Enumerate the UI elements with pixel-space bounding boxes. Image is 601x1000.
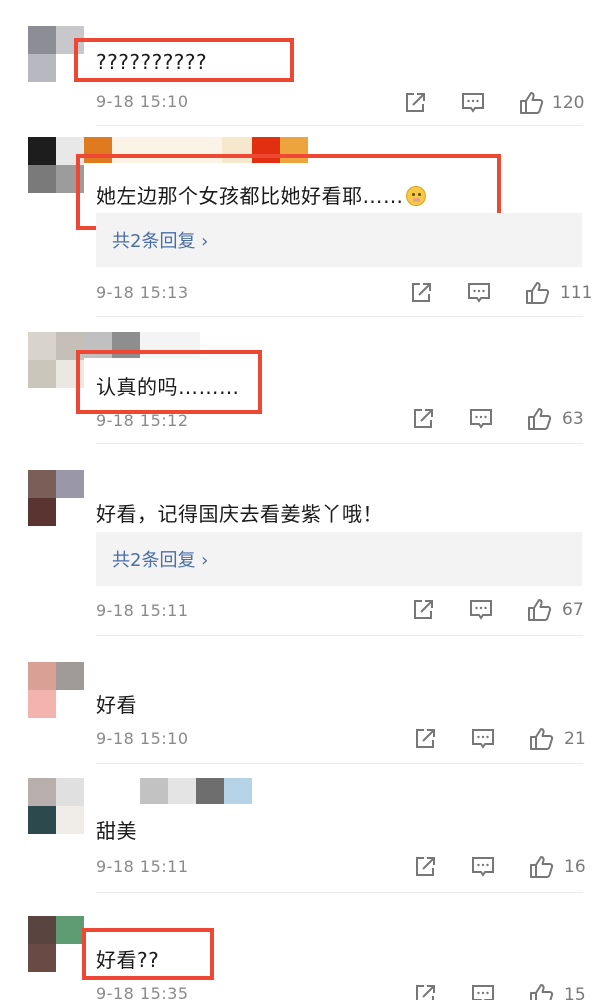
like-count: 15 [564,985,586,1000]
share-icon[interactable] [412,854,438,880]
comment-actions: 111 [408,280,598,308]
comment-time: 9-18 15:13 [96,283,189,302]
highlight-box [76,350,262,414]
comment-actions: 63 [410,406,600,434]
view-replies-link[interactable]: 共2条回复 › [112,227,208,253]
thumbs-up-icon[interactable] [528,854,554,880]
reply-summary[interactable]: 共2条回复 › [96,213,582,267]
comment-actions: 21 [412,726,601,754]
divider [96,635,583,636]
like-count: 111 [560,283,593,303]
view-replies-link[interactable]: 共2条回复 › [112,546,208,572]
thumbs-up-icon[interactable] [526,597,552,623]
comment-time: 9-18 15:11 [96,601,189,620]
avatar[interactable] [28,778,84,834]
comment-time: 9-18 15:35 [96,984,189,1000]
comment-text: 好看，记得国庆去看姜紫丫哦！ [96,502,383,526]
comment-icon[interactable] [470,854,496,880]
comment-time: 9-18 15:10 [96,729,189,748]
share-icon[interactable] [402,90,428,116]
comment-time: 9-18 15:10 [96,92,189,111]
divider [96,763,583,764]
like-count: 16 [564,857,586,877]
thumbs-up-icon[interactable] [518,90,544,116]
comment-actions: 16 [412,854,601,882]
share-icon[interactable] [412,726,438,752]
highlight-box [82,928,214,980]
divider [96,892,583,893]
comment-icon[interactable] [470,726,496,752]
like-count: 21 [564,729,586,749]
share-icon[interactable] [412,982,438,1000]
comment-actions: 120 [402,90,592,118]
comment-icon[interactable] [460,90,486,116]
divider [96,125,583,126]
comment-actions: 67 [410,597,600,625]
comment-time: 9-18 15:12 [96,411,189,430]
username[interactable] [84,778,252,804]
divider [96,443,583,444]
comment-icon[interactable] [466,280,492,306]
divider [96,316,583,317]
avatar[interactable] [28,916,84,972]
highlight-box [74,38,294,82]
comment-icon[interactable] [468,597,494,623]
share-icon[interactable] [410,406,436,432]
comment-text: 好看 [96,693,137,717]
comment-text: 甜美 [96,819,137,843]
avatar[interactable] [28,662,84,718]
comment-actions: 15 [412,982,601,1000]
comment-icon[interactable] [468,406,494,432]
thumbs-up-icon[interactable] [526,406,552,432]
like-count: 63 [562,409,584,429]
like-count: 120 [552,93,585,113]
like-count: 67 [562,600,584,620]
thumbs-up-icon[interactable] [524,280,550,306]
thumbs-up-icon[interactable] [528,982,554,1000]
share-icon[interactable] [410,597,436,623]
comment-time: 9-18 15:11 [96,857,189,876]
thumbs-up-icon[interactable] [528,726,554,752]
avatar[interactable] [28,470,84,526]
comment-icon[interactable] [470,982,496,1000]
reply-summary[interactable]: 共2条回复 › [96,532,582,586]
share-icon[interactable] [408,280,434,306]
